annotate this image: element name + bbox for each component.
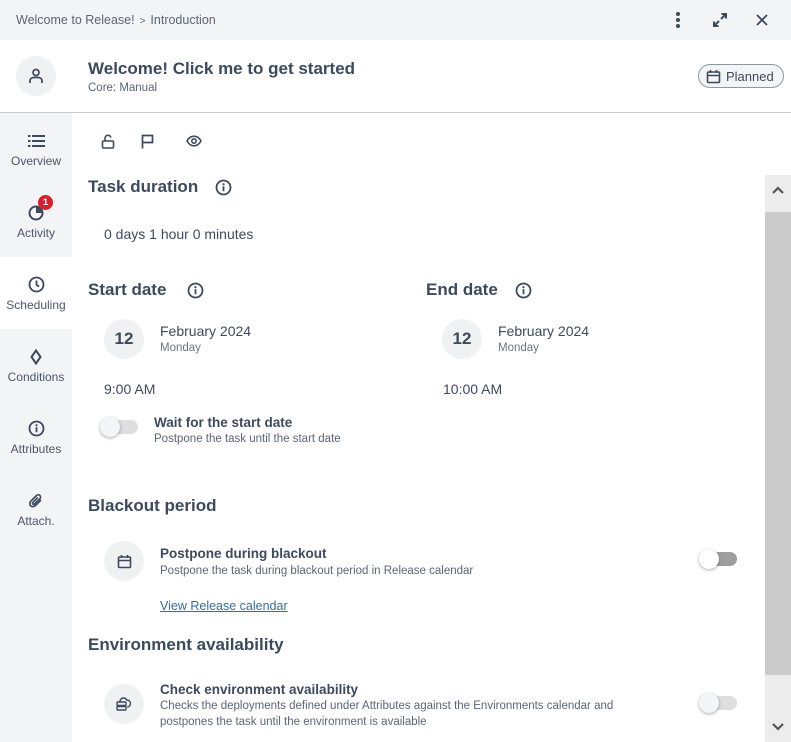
sidebar-item-label: Scheduling (6, 297, 66, 312)
task-title[interactable]: Welcome! Click me to get started (88, 59, 355, 79)
scrollbar-thumb[interactable] (765, 212, 791, 675)
breadcrumb-separator: > (139, 16, 146, 27)
close-button[interactable] (751, 9, 773, 31)
sidebar-item-label: Attach. (17, 513, 55, 528)
chevron-up-icon (772, 186, 784, 194)
environment-availability-heading: Environment availability (88, 635, 284, 654)
more-options-button[interactable] (667, 9, 689, 31)
start-date-weekday: Monday (160, 342, 201, 354)
chevron-down-icon (772, 723, 784, 731)
expand-button[interactable] (709, 9, 731, 31)
status-label: Planned (726, 68, 774, 84)
breadcrumb-item-introduction[interactable]: Introduction (150, 13, 215, 27)
server-cloud-icon (115, 697, 131, 711)
sidebar-item-scheduling[interactable]: Scheduling (0, 257, 72, 329)
sidebar-item-label: Overview (10, 153, 61, 168)
postpone-blackout-label: Postpone during blackout (160, 546, 327, 561)
notification-badge: 1 (38, 194, 53, 210)
check-environment-toggle[interactable] (699, 692, 737, 714)
scheduling-panel: Task duration 0 days 1 hour 0 minutes St… (72, 113, 791, 742)
toggle-knob (699, 549, 719, 569)
task-duration-value[interactable]: 0 days 1 hour 0 minutes (104, 226, 253, 242)
expand-icon (713, 13, 727, 27)
sidebar-item-overview[interactable]: Overview (0, 113, 72, 185)
sidebar-item-label: Attributes (10, 441, 62, 456)
flag-button[interactable] (137, 131, 157, 151)
info-icon (215, 179, 231, 195)
postpone-blackout-toggle[interactable] (699, 548, 737, 570)
wait-for-start-description: Postpone the task until the start date (154, 433, 341, 445)
sidebar-item-activity[interactable]: 1 Activity (0, 185, 72, 257)
check-environment-description-line1: Checks the deployments defined under Att… (160, 700, 614, 712)
breadcrumb-item-release[interactable]: Welcome to Release! (16, 13, 135, 27)
breadcrumb: Welcome to Release! > Introduction (16, 13, 216, 27)
end-date-heading: End date (426, 280, 498, 299)
calendar-icon (117, 554, 131, 568)
check-environment-label: Check environment availability (160, 682, 359, 697)
close-icon (756, 14, 768, 26)
flag-icon (141, 134, 153, 148)
info-icon (515, 282, 531, 298)
start-date-info-button[interactable] (186, 281, 204, 299)
sidebar-item-label: Conditions (7, 369, 65, 384)
toggle-knob (699, 693, 719, 713)
clock-icon (28, 276, 44, 293)
end-time[interactable]: 10:00 AM (443, 381, 502, 397)
sidebar-item-label: Activity (16, 225, 55, 240)
blackout-icon-circle (104, 541, 144, 581)
list-icon (27, 134, 45, 147)
info-icon (187, 282, 203, 298)
task-header: Welcome! Click me to get started Core: M… (0, 40, 791, 113)
task-type: Core: Manual (88, 82, 158, 94)
sidebar-item-attributes[interactable]: Attributes (0, 401, 72, 473)
diamond-icon (30, 348, 42, 365)
check-environment-description-line2: postpones the task until the environment… (160, 716, 427, 728)
start-date-heading: Start date (88, 280, 167, 299)
wait-for-start-toggle[interactable] (100, 416, 138, 438)
postpone-blackout-description: Postpone the task during blackout period… (160, 565, 474, 577)
avatar (16, 56, 56, 96)
end-date-month[interactable]: February 2024 (498, 323, 589, 339)
lock-button[interactable] (98, 131, 118, 151)
end-date-info-button[interactable] (514, 281, 532, 299)
start-date-month[interactable]: February 2024 (160, 323, 251, 339)
watch-button[interactable] (184, 131, 204, 151)
start-date-day[interactable]: 12 (104, 319, 144, 359)
end-date-weekday: Monday (498, 342, 539, 354)
sidebar-item-attachments[interactable]: Attach. (0, 473, 72, 545)
info-icon (28, 420, 44, 437)
blackout-period-heading: Blackout period (88, 496, 217, 515)
eye-icon (186, 135, 202, 147)
more-vertical-icon (676, 12, 680, 28)
unlock-icon (101, 133, 115, 149)
status-badge[interactable]: Planned (698, 64, 784, 88)
sidebar: Overview 1 Activity Scheduling Condition… (0, 113, 72, 742)
start-time[interactable]: 9:00 AM (104, 381, 155, 397)
user-icon (29, 68, 43, 83)
paperclip-icon (28, 493, 42, 507)
toggle-knob (100, 417, 120, 437)
end-date-day[interactable]: 12 (442, 319, 482, 359)
top-bar: Welcome to Release! > Introduction (0, 0, 791, 40)
environment-icon-circle (104, 684, 144, 724)
scrollbar[interactable] (765, 175, 791, 742)
calendar-icon (706, 69, 721, 83)
sidebar-item-conditions[interactable]: Conditions (0, 329, 72, 401)
scroll-down-button[interactable] (765, 712, 791, 742)
scroll-up-button[interactable] (765, 175, 791, 205)
task-duration-heading: Task duration (88, 177, 199, 196)
wait-for-start-label: Wait for the start date (154, 415, 293, 430)
view-release-calendar-link[interactable]: View Release calendar (160, 599, 288, 613)
task-duration-info-button[interactable] (214, 178, 232, 196)
